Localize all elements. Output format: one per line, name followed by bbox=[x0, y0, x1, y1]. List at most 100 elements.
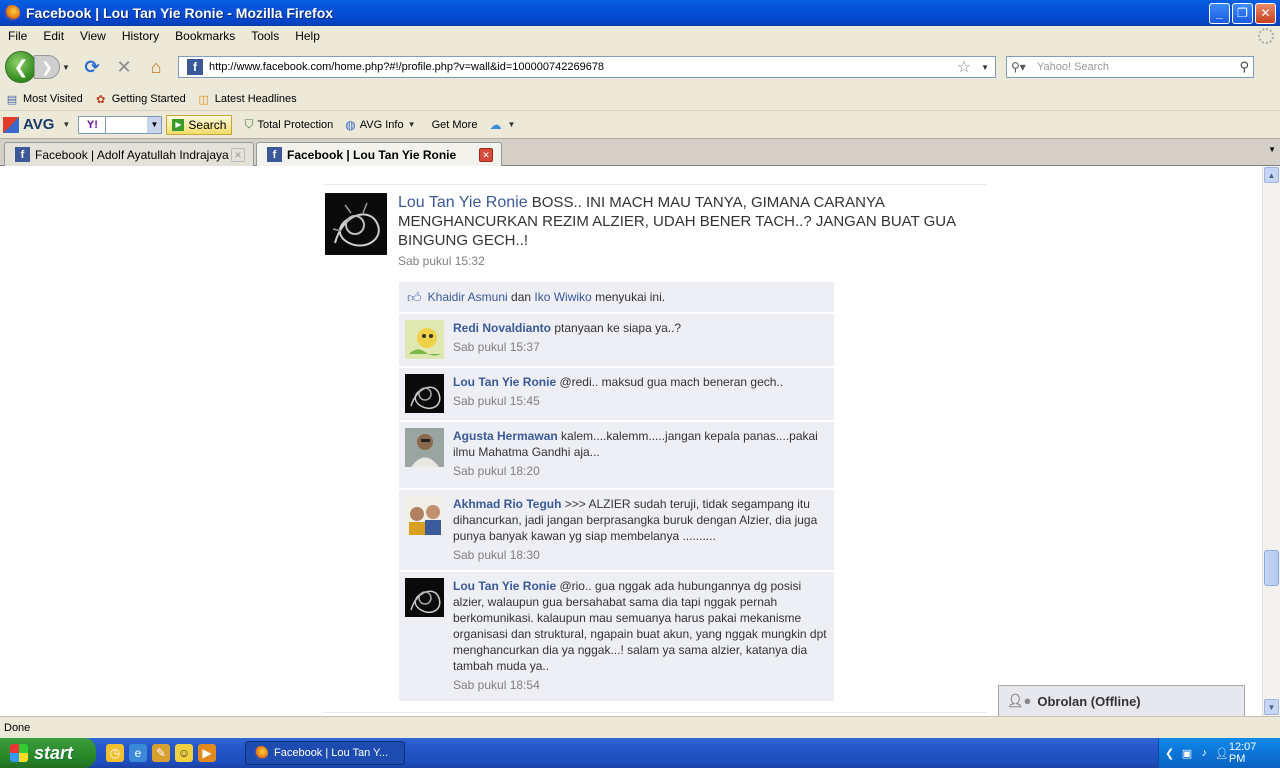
commenter-avatar[interactable] bbox=[405, 428, 444, 467]
comment-timestamp[interactable]: Sab pukul 18:54 bbox=[453, 677, 827, 693]
commenter-name-link[interactable]: Agusta Hermawan bbox=[453, 429, 558, 443]
window-titlebar: Facebook | Lou Tan Yie Ronie - Mozilla F… bbox=[0, 0, 1280, 26]
tab-bar: f Facebook | Adolf Ayatullah Indrajaya ✕… bbox=[0, 138, 1280, 166]
task-label: Facebook | Lou Tan Y... bbox=[274, 747, 389, 759]
comment-item: Akhmad Rio Teguh >>> ALZIER sudah teruji… bbox=[399, 489, 834, 570]
app-icon[interactable]: ✎ bbox=[152, 744, 170, 762]
tab-label: Facebook | Lou Tan Yie Ronie bbox=[287, 147, 457, 162]
commenter-name-link[interactable]: Lou Tan Yie Ronie bbox=[453, 375, 556, 389]
bookmark-getting-started[interactable]: ✿ Getting Started bbox=[93, 92, 186, 106]
search-icon[interactable]: ⚲ bbox=[1239, 59, 1249, 75]
menu-edit[interactable]: Edit bbox=[35, 29, 72, 43]
bookmark-star-icon[interactable]: ☆ bbox=[957, 57, 971, 77]
volume-icon[interactable]: ♪ bbox=[1198, 745, 1211, 761]
history-dropdown-icon[interactable]: ▼ bbox=[62, 63, 74, 72]
commenter-avatar[interactable] bbox=[405, 496, 444, 535]
weather-button[interactable]: ☁ ▼ bbox=[489, 118, 519, 132]
commenter-avatar[interactable] bbox=[405, 320, 444, 359]
scroll-down-icon[interactable]: ▼ bbox=[1264, 699, 1279, 715]
yahoo-search-input[interactable]: ▼ bbox=[106, 115, 163, 134]
comment-text: @rio.. gua nggak ada hubungannya dg posi… bbox=[453, 579, 827, 673]
comment-timestamp[interactable]: Sab pukul 15:45 bbox=[453, 393, 827, 409]
commenter-name-link[interactable]: Akhmad Rio Teguh bbox=[453, 497, 561, 511]
liker-link[interactable]: Iko Wiwiko bbox=[534, 290, 591, 304]
internet-explorer-icon[interactable]: e bbox=[129, 744, 147, 762]
scroll-up-icon[interactable]: ▲ bbox=[1264, 167, 1279, 183]
throbber-icon bbox=[1258, 28, 1274, 44]
search-input[interactable]: Yahoo! Search bbox=[1037, 61, 1239, 73]
taskbar-firefox-task[interactable]: Facebook | Lou Tan Y... bbox=[245, 741, 405, 765]
commenter-avatar[interactable] bbox=[405, 374, 444, 413]
commenter-name-link[interactable]: Lou Tan Yie Ronie bbox=[453, 579, 556, 593]
yahoo-dropdown-icon[interactable]: ▼ bbox=[147, 116, 162, 133]
tab-list-dropdown-icon[interactable]: ▼ bbox=[1268, 145, 1276, 154]
bookmark-label: Latest Headlines bbox=[214, 93, 297, 105]
avg-info-button[interactable]: ◍ AVG Info ▼ bbox=[345, 118, 419, 132]
commenter-name-link[interactable]: Redi Novaldianto bbox=[453, 321, 551, 335]
tab-close-icon[interactable]: ✕ bbox=[479, 148, 493, 162]
comment-item: Redi Novaldianto ptanyaan ke siapa ya..?… bbox=[399, 313, 834, 366]
tab-lou-tan[interactable]: f Facebook | Lou Tan Yie Ronie ✕ bbox=[256, 142, 502, 166]
forward-button[interactable]: ❯ bbox=[34, 55, 60, 79]
url-bar[interactable]: f http://www.facebook.com/home.php?#!/pr… bbox=[178, 56, 996, 78]
messenger-icon[interactable]: ☺ bbox=[175, 744, 193, 762]
vertical-scrollbar[interactable]: ▲ ▼ bbox=[1262, 166, 1280, 716]
tab-adolf[interactable]: f Facebook | Adolf Ayatullah Indrajaya ✕ bbox=[4, 142, 254, 166]
menu-bookmarks[interactable]: Bookmarks bbox=[167, 29, 243, 43]
user-icon[interactable]: 👤︎ bbox=[1215, 745, 1229, 761]
menu-view[interactable]: View bbox=[72, 29, 114, 43]
url-dropdown-icon[interactable]: ▼ bbox=[981, 63, 989, 72]
chat-status-icon: 👤︎● bbox=[1007, 693, 1032, 708]
media-player-icon[interactable]: ▶ bbox=[198, 744, 216, 762]
facebook-tab-icon: f bbox=[267, 147, 282, 162]
close-button[interactable]: ✕ bbox=[1255, 2, 1276, 24]
liker-link[interactable]: Khaidir Asmuni bbox=[428, 290, 508, 304]
stop-button[interactable]: ✕ bbox=[110, 53, 138, 81]
minimize-button[interactable]: _ bbox=[1209, 2, 1230, 24]
search-bar[interactable]: ⚲▾ Yahoo! Search ⚲ bbox=[1006, 56, 1254, 78]
bookmarks-toolbar: ▤ Most Visited ✿ Getting Started ◫ Lates… bbox=[0, 88, 1280, 110]
comment-timestamp[interactable]: Sab pukul 15:37 bbox=[453, 339, 827, 355]
avg-logo[interactable]: AVG bbox=[3, 116, 54, 133]
comment-item: Agusta Hermawan kalem....kalemm.....jang… bbox=[399, 421, 834, 488]
author-avatar[interactable] bbox=[325, 193, 387, 255]
comment-timestamp[interactable]: Sab pukul 18:30 bbox=[453, 547, 827, 563]
avg-info-dropdown-icon[interactable]: ▼ bbox=[408, 120, 420, 129]
network-icon[interactable]: ▣ bbox=[1180, 745, 1193, 761]
get-more-button[interactable]: Get More bbox=[432, 119, 478, 131]
chat-bar[interactable]: 👤︎● Obrolan (Offline) bbox=[998, 685, 1245, 716]
page-content: Lou Tan Yie Ronie BOSS.. INI MACH MAU TA… bbox=[0, 166, 1262, 716]
bookmark-most-visited[interactable]: ▤ Most Visited bbox=[4, 92, 83, 106]
folder-icon: ▤ bbox=[6, 93, 18, 106]
avg-logo-text: AVG bbox=[23, 116, 55, 133]
reload-button[interactable]: ⟳ bbox=[78, 53, 106, 81]
menu-tools[interactable]: Tools bbox=[243, 29, 287, 43]
quick-launch: ◷ e ✎ ☺ ▶ bbox=[106, 744, 221, 762]
search-engine-icon[interactable]: ⚲▾ bbox=[1011, 60, 1037, 74]
avg-dropdown-icon[interactable]: ▼ bbox=[62, 120, 74, 129]
menu-history[interactable]: History bbox=[114, 29, 167, 43]
total-protection-button[interactable]: ⛉ Total Protection bbox=[244, 117, 333, 132]
bookmark-latest-headlines[interactable]: ◫ Latest Headlines bbox=[196, 92, 297, 106]
maximize-button[interactable]: ❐ bbox=[1232, 2, 1253, 24]
scroll-thumb[interactable] bbox=[1264, 550, 1279, 586]
url-text[interactable]: http://www.facebook.com/home.php?#!/prof… bbox=[209, 61, 957, 73]
home-button[interactable]: ⌂ bbox=[142, 53, 170, 81]
post-timestamp[interactable]: Sab pukul 15:32 bbox=[398, 254, 485, 268]
menu-help[interactable]: Help bbox=[287, 29, 328, 43]
clock[interactable]: 12:07 PM bbox=[1229, 741, 1268, 765]
back-button[interactable]: ❮ bbox=[5, 51, 37, 83]
rss-icon: ◫ bbox=[198, 93, 209, 106]
menu-file[interactable]: File bbox=[0, 29, 35, 43]
avg-search-button[interactable]: ▶ Search bbox=[166, 114, 233, 135]
start-button[interactable]: start bbox=[0, 738, 96, 768]
weather-dropdown-icon[interactable]: ▼ bbox=[507, 120, 519, 129]
post-author-link[interactable]: Lou Tan Yie Ronie bbox=[398, 194, 528, 211]
yahoo-icon[interactable]: Y! bbox=[78, 115, 107, 134]
comment-timestamp[interactable]: Sab pukul 18:20 bbox=[453, 463, 827, 479]
yahoo-search-box[interactable]: Y! ▼ bbox=[78, 115, 163, 134]
tray-expand-icon[interactable]: ❮ bbox=[1163, 745, 1176, 761]
clock-app-icon[interactable]: ◷ bbox=[106, 744, 124, 762]
commenter-avatar[interactable] bbox=[405, 578, 444, 617]
tab-close-icon[interactable]: ✕ bbox=[231, 148, 245, 162]
